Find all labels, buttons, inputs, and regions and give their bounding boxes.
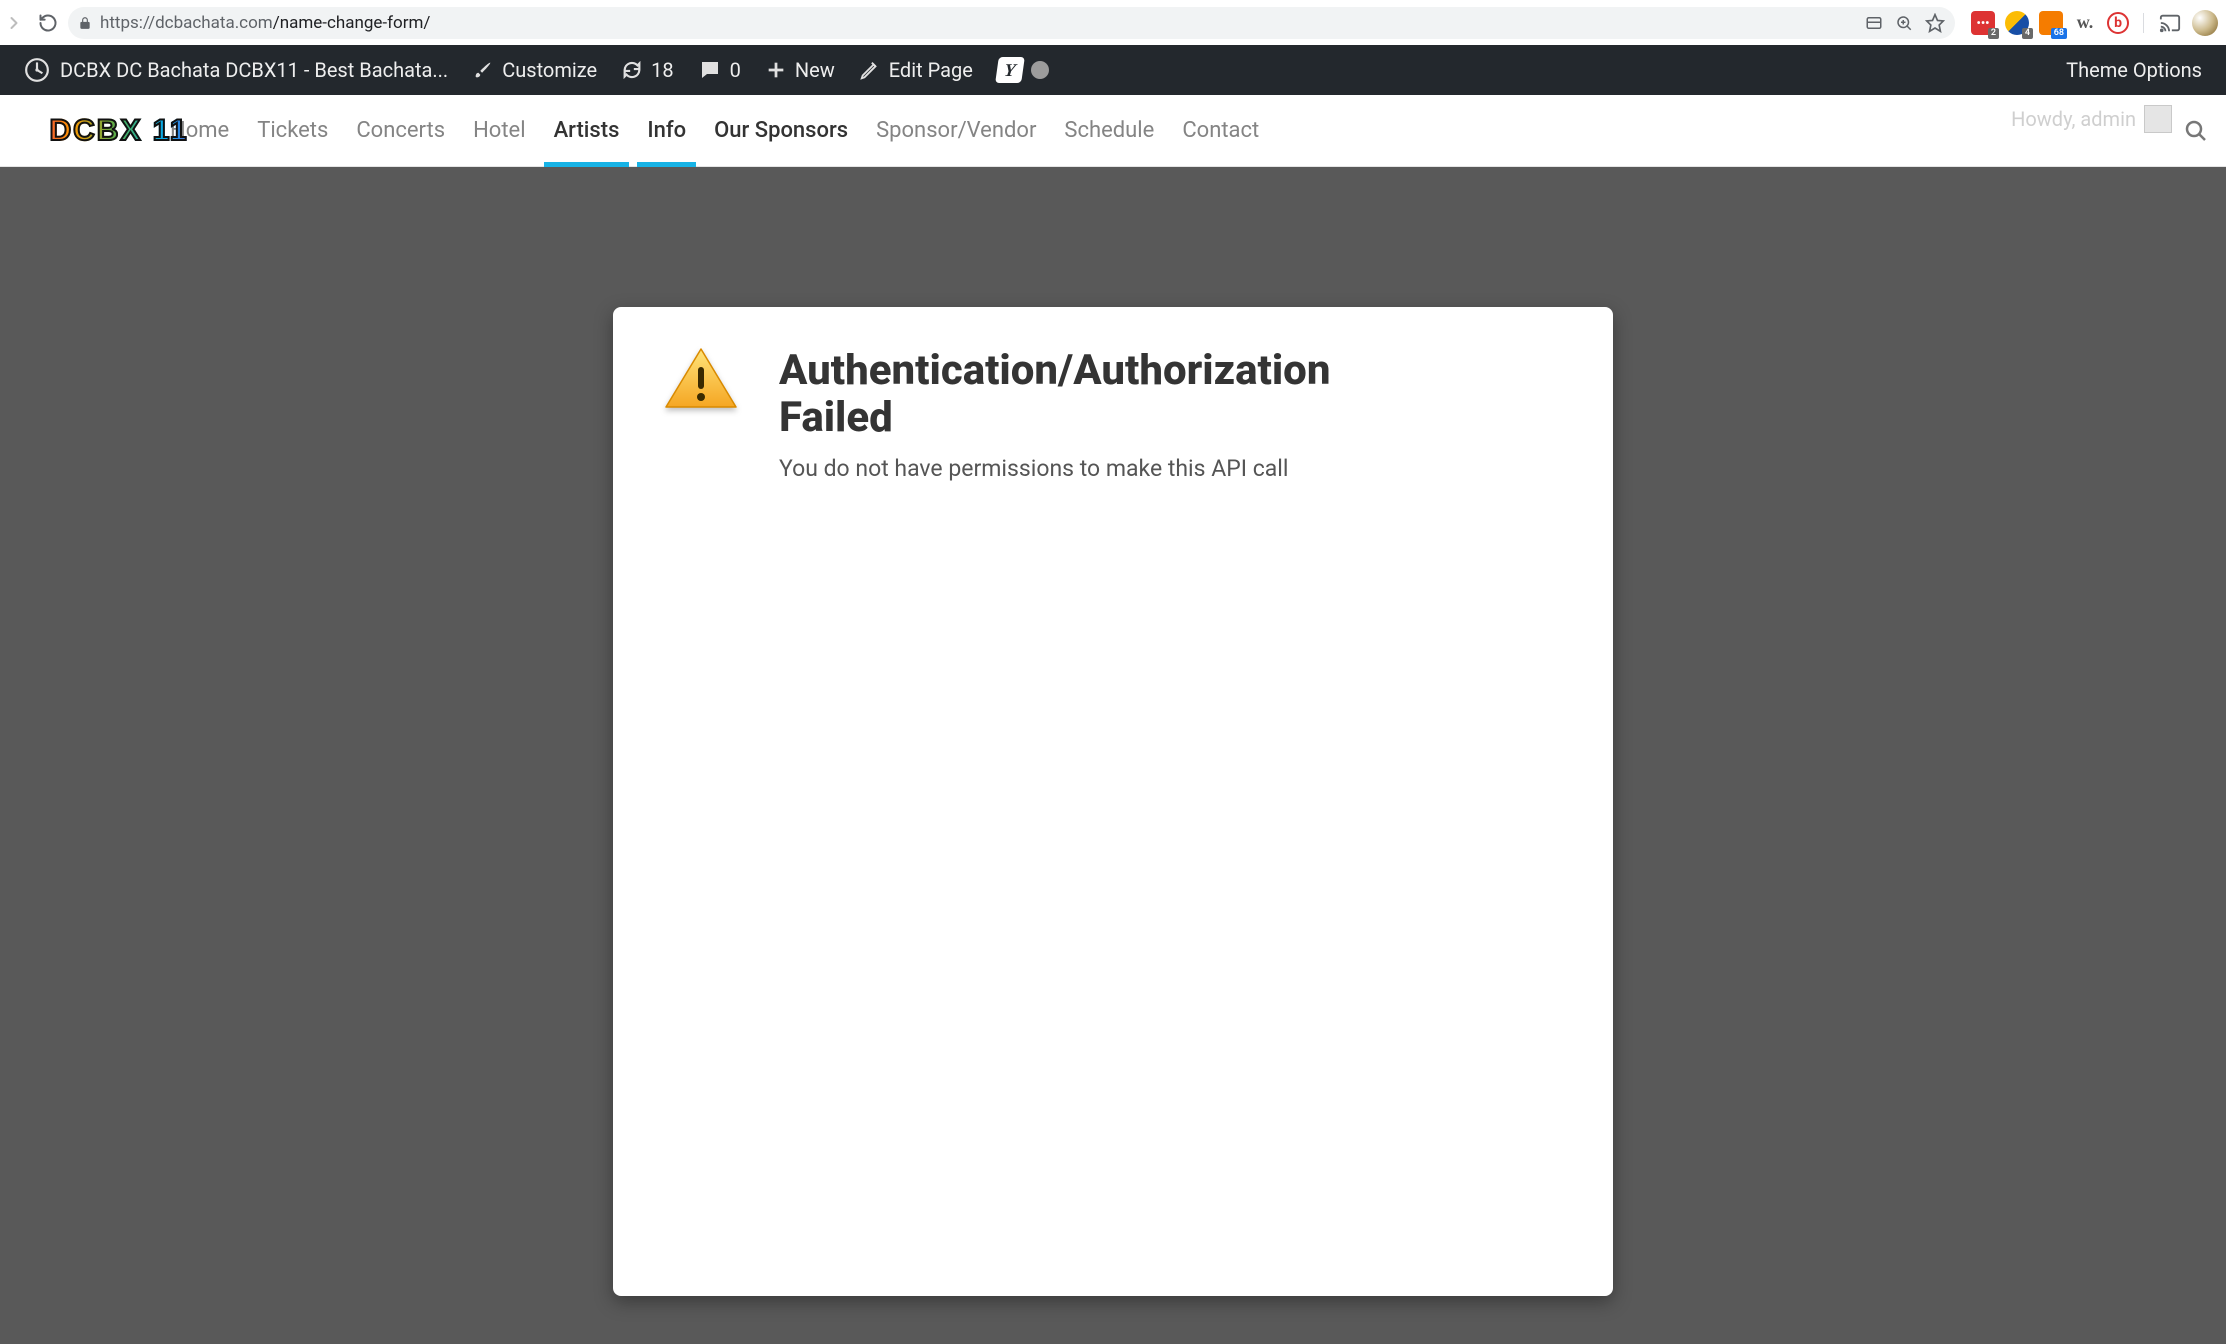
wp-new[interactable]: New (765, 58, 835, 82)
reader-mode-icon[interactable] (1865, 14, 1883, 32)
nav-sponsor-vendor[interactable]: Sponsor/Vendor (876, 95, 1036, 166)
error-text: Authentication/Authorization Failed You … (779, 347, 1330, 482)
plus-icon (765, 59, 787, 81)
howdy-admin[interactable]: Howdy, admin (2011, 105, 2172, 133)
wp-site-title[interactable]: DCBX DC Bachata DCBX11 - Best Bachata... (24, 57, 448, 83)
error-card: Authentication/Authorization Failed You … (613, 307, 1613, 1296)
extension-icon-color[interactable]: 4 (2005, 11, 2029, 35)
yoast-status-dot (1031, 61, 1049, 79)
wp-edit-label: Edit Page (889, 58, 973, 82)
wp-updates-count: 18 (651, 58, 673, 82)
wp-customize[interactable]: Customize (472, 58, 597, 82)
zoom-icon[interactable] (1895, 14, 1913, 32)
nav-sponsors[interactable]: Our Sponsors (714, 95, 848, 166)
extension-icon-lastpass[interactable]: •••2 (1971, 11, 1995, 35)
wp-comments[interactable]: 0 (698, 58, 741, 82)
error-message: You do not have permissions to make this… (779, 455, 1330, 482)
updates-icon (621, 59, 643, 81)
page-inner: Authentication/Authorization Failed You … (448, 215, 1778, 1296)
url-text: https://dcbachata.com/name-change-form/ (100, 13, 1857, 33)
wp-theme-options[interactable]: Theme Options (2066, 58, 2202, 82)
nav-contact[interactable]: Contact (1182, 95, 1259, 166)
nav-artists[interactable]: Artists (554, 95, 620, 166)
browser-toolbar: https://dcbachata.com/name-change-form/ … (0, 0, 2226, 45)
comment-icon (698, 58, 722, 82)
extension-icon-b[interactable]: b (2107, 12, 2129, 34)
dashboard-icon (24, 57, 50, 83)
wp-customize-label: Customize (502, 58, 597, 82)
site-logo[interactable]: DCBX 11 (24, 106, 214, 156)
wp-edit-page[interactable]: Edit Page (859, 58, 973, 82)
warning-icon (664, 347, 738, 411)
search-icon[interactable] (2184, 119, 2208, 143)
star-icon[interactable] (1925, 13, 1945, 33)
extensions-area: •••2 4 68 w. b (1967, 10, 2222, 36)
nav-concerts[interactable]: Concerts (356, 95, 445, 166)
extension-icon-orange[interactable]: 68 (2039, 11, 2063, 35)
wp-yoast[interactable]: Y (997, 57, 1049, 83)
forward-button[interactable] (0, 9, 28, 37)
nav-tickets[interactable]: Tickets (257, 95, 328, 166)
wp-theme-options-label: Theme Options (2066, 58, 2202, 82)
nav-hotel[interactable]: Hotel (473, 95, 525, 166)
admin-avatar-placeholder (2144, 105, 2172, 133)
warning-icon-wrap (661, 347, 741, 411)
wp-comments-count: 0 (730, 58, 741, 82)
profile-avatar[interactable] (2192, 10, 2218, 36)
howdy-label: Howdy, admin (2011, 107, 2136, 131)
nav-info[interactable]: Info (647, 95, 686, 166)
address-bar[interactable]: https://dcbachata.com/name-change-form/ (68, 7, 1955, 39)
page-body: Authentication/Authorization Failed You … (0, 167, 2226, 1344)
nav-schedule[interactable]: Schedule (1064, 95, 1154, 166)
main-nav: Home Tickets Concerts Hotel Artists Info… (170, 95, 1259, 166)
site-header: DCBX 11 Home Tickets Concerts Hotel Arti… (0, 95, 2226, 167)
wp-new-label: New (795, 58, 835, 82)
pencil-icon (859, 59, 881, 81)
yoast-icon: Y (995, 57, 1025, 83)
cast-icon[interactable] (2158, 11, 2182, 35)
wp-admin-bar: DCBX DC Bachata DCBX11 - Best Bachata...… (0, 45, 2226, 95)
lock-icon (78, 16, 92, 30)
address-bar-right (1865, 13, 1945, 33)
divider (2143, 13, 2144, 33)
reload-button[interactable] (34, 9, 62, 37)
brush-icon (472, 59, 494, 81)
wp-updates[interactable]: 18 (621, 58, 673, 82)
error-title: Authentication/Authorization Failed (779, 347, 1330, 441)
extension-icon-w[interactable]: w. (2073, 11, 2097, 35)
